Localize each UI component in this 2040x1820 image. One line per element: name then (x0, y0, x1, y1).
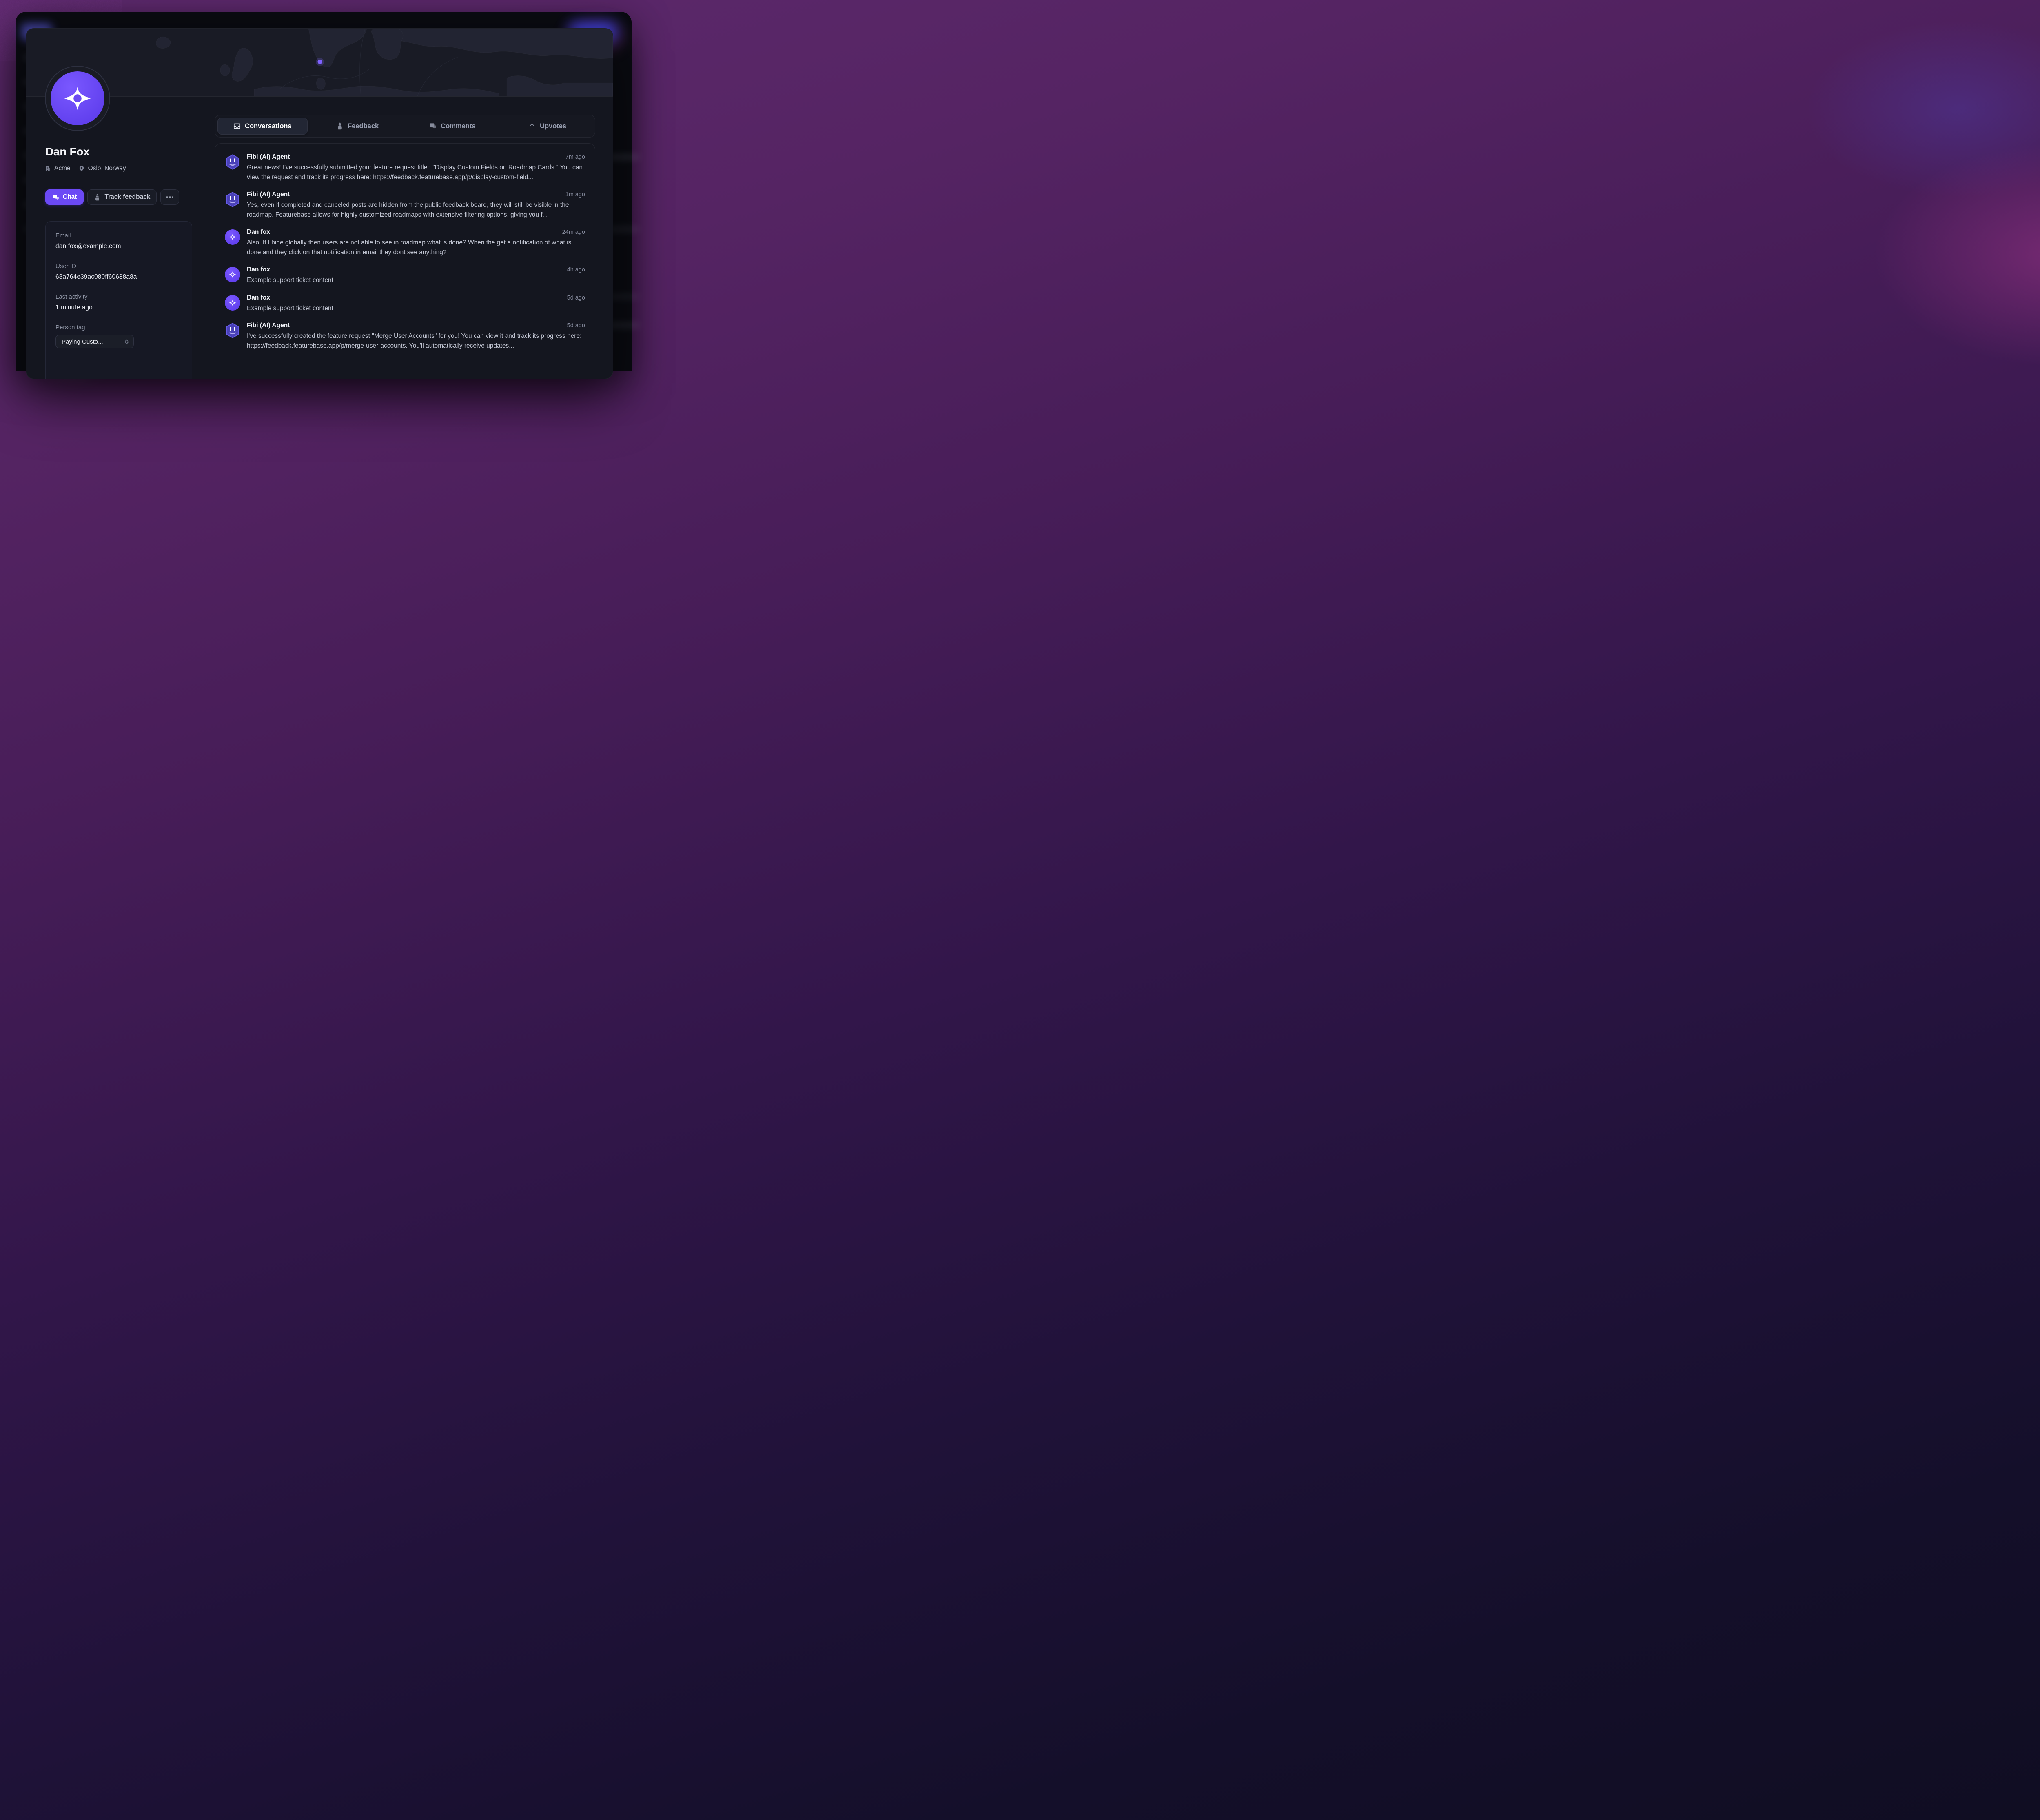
tab-conversations[interactable]: Conversations (217, 118, 308, 135)
conversation-timestamp: 7m ago (565, 154, 585, 160)
location-label: Oslo, Norway (88, 165, 126, 172)
user-details-card: Email dan.fox@example.com User ID 68a764… (45, 221, 192, 379)
profile-actions: Chat Track feedback (45, 189, 179, 205)
tab-feedback[interactable]: Feedback (313, 118, 403, 135)
conversation-author: Fibi (AI) Agent (247, 322, 290, 329)
conversation-preview: Example support ticket content (247, 304, 585, 313)
fibi-avatar (225, 192, 240, 207)
selector-chevrons-icon (124, 339, 130, 345)
conversation-item[interactable]: Dan fox 24m ago Also, If I hide globally… (225, 229, 585, 257)
fibi-bot-icon (225, 323, 240, 338)
conversation-item[interactable]: Fibi (AI) Agent 1m ago Yes, even if comp… (225, 191, 585, 220)
chat-button-label: Chat (63, 193, 77, 201)
person-tag-value: Paying Custo... (62, 338, 103, 345)
conversation-preview: Example support ticket content (247, 275, 585, 285)
conversation-author: Fibi (AI) Agent (247, 153, 290, 161)
tab-comments[interactable]: Comments (408, 118, 498, 135)
company-label: Acme (54, 165, 71, 172)
location-map (26, 29, 613, 97)
conversation-item[interactable]: Fibi (AI) Agent 7m ago Great news! I've … (225, 153, 585, 182)
user-profile-modal: Dan Fox Acme Oslo, Norway Chat Track fee… (26, 28, 613, 379)
email-value: dan.fox@example.com (55, 243, 182, 250)
upvote-arrow-icon (528, 122, 536, 130)
chat-button[interactable]: Chat (45, 189, 84, 205)
conversation-preview: Great news! I've successfully submitted … (247, 163, 585, 182)
user-avatar (225, 229, 240, 245)
profile-avatar (45, 66, 110, 131)
tab-upvotes[interactable]: Upvotes (502, 118, 592, 135)
conversation-timestamp: 5d ago (567, 322, 585, 329)
world-map-graphic (26, 29, 613, 96)
last-activity-label: Last activity (55, 293, 182, 300)
ellipsis-icon (166, 196, 168, 198)
chat-bubbles-icon (52, 194, 59, 201)
location-item: Oslo, Norway (78, 165, 126, 172)
track-feedback-button[interactable]: Track feedback (87, 189, 157, 205)
company-item: Acme (44, 165, 71, 172)
conversation-item[interactable]: Fibi (AI) Agent 5d ago I've successfully… (225, 322, 585, 351)
conversation-item[interactable]: Dan fox 5d ago Example support ticket co… (225, 294, 585, 313)
conversation-timestamp: 1m ago (565, 191, 585, 198)
activity-tabs: Conversations Feedback Comments Upvotes (215, 115, 595, 138)
feedback-icon (94, 194, 101, 201)
conversation-timestamp: 5d ago (567, 295, 585, 301)
person-tag-select[interactable]: Paying Custo... (55, 335, 134, 348)
compass-star-icon (62, 82, 93, 114)
track-feedback-label: Track feedback (104, 193, 150, 201)
user-id-value: 68a764e39ac080ff60638a8a (55, 273, 182, 281)
user-avatar (225, 267, 240, 282)
profile-name: Dan Fox (45, 145, 89, 158)
more-options-button[interactable] (160, 189, 179, 205)
user-id-label: User ID (55, 263, 182, 270)
user-avatar (225, 295, 240, 311)
conversation-timestamp: 4h ago (567, 266, 585, 273)
compass-star-icon (228, 270, 237, 279)
last-activity-value: 1 minute ago (55, 304, 182, 311)
inbox-icon (233, 122, 241, 130)
conversation-timestamp: 24m ago (562, 229, 585, 235)
fibi-avatar (225, 154, 240, 170)
conversation-author: Dan fox (247, 266, 270, 273)
conversation-author: Fibi (AI) Agent (247, 191, 290, 198)
location-dot (318, 60, 322, 64)
building-icon (44, 165, 51, 172)
conversation-item[interactable]: Dan fox 4h ago Example support ticket co… (225, 266, 585, 285)
profile-meta: Acme Oslo, Norway (44, 165, 126, 172)
avatar-compass-badge (51, 71, 104, 125)
conversation-preview: I've successfully created the feature re… (247, 331, 585, 351)
compass-star-icon (228, 233, 237, 242)
conversation-author: Dan fox (247, 294, 270, 302)
conversation-author: Dan fox (247, 229, 270, 236)
activity-panel: Conversations Feedback Comments Upvotes (215, 115, 595, 379)
email-label: Email (55, 232, 182, 239)
feedback-icon (336, 122, 344, 130)
conversation-list: Fibi (AI) Agent 7m ago Great news! I've … (215, 143, 595, 379)
compass-star-icon (228, 298, 237, 307)
comments-icon (429, 122, 437, 130)
conversation-preview: Also, If I hide globally then users are … (247, 238, 585, 257)
conversation-preview: Yes, even if completed and canceled post… (247, 200, 585, 220)
fibi-bot-icon (225, 192, 240, 207)
person-tag-label: Person tag (55, 324, 182, 331)
fibi-bot-icon (225, 154, 240, 170)
map-pin-icon (78, 165, 85, 172)
fibi-avatar (225, 323, 240, 338)
